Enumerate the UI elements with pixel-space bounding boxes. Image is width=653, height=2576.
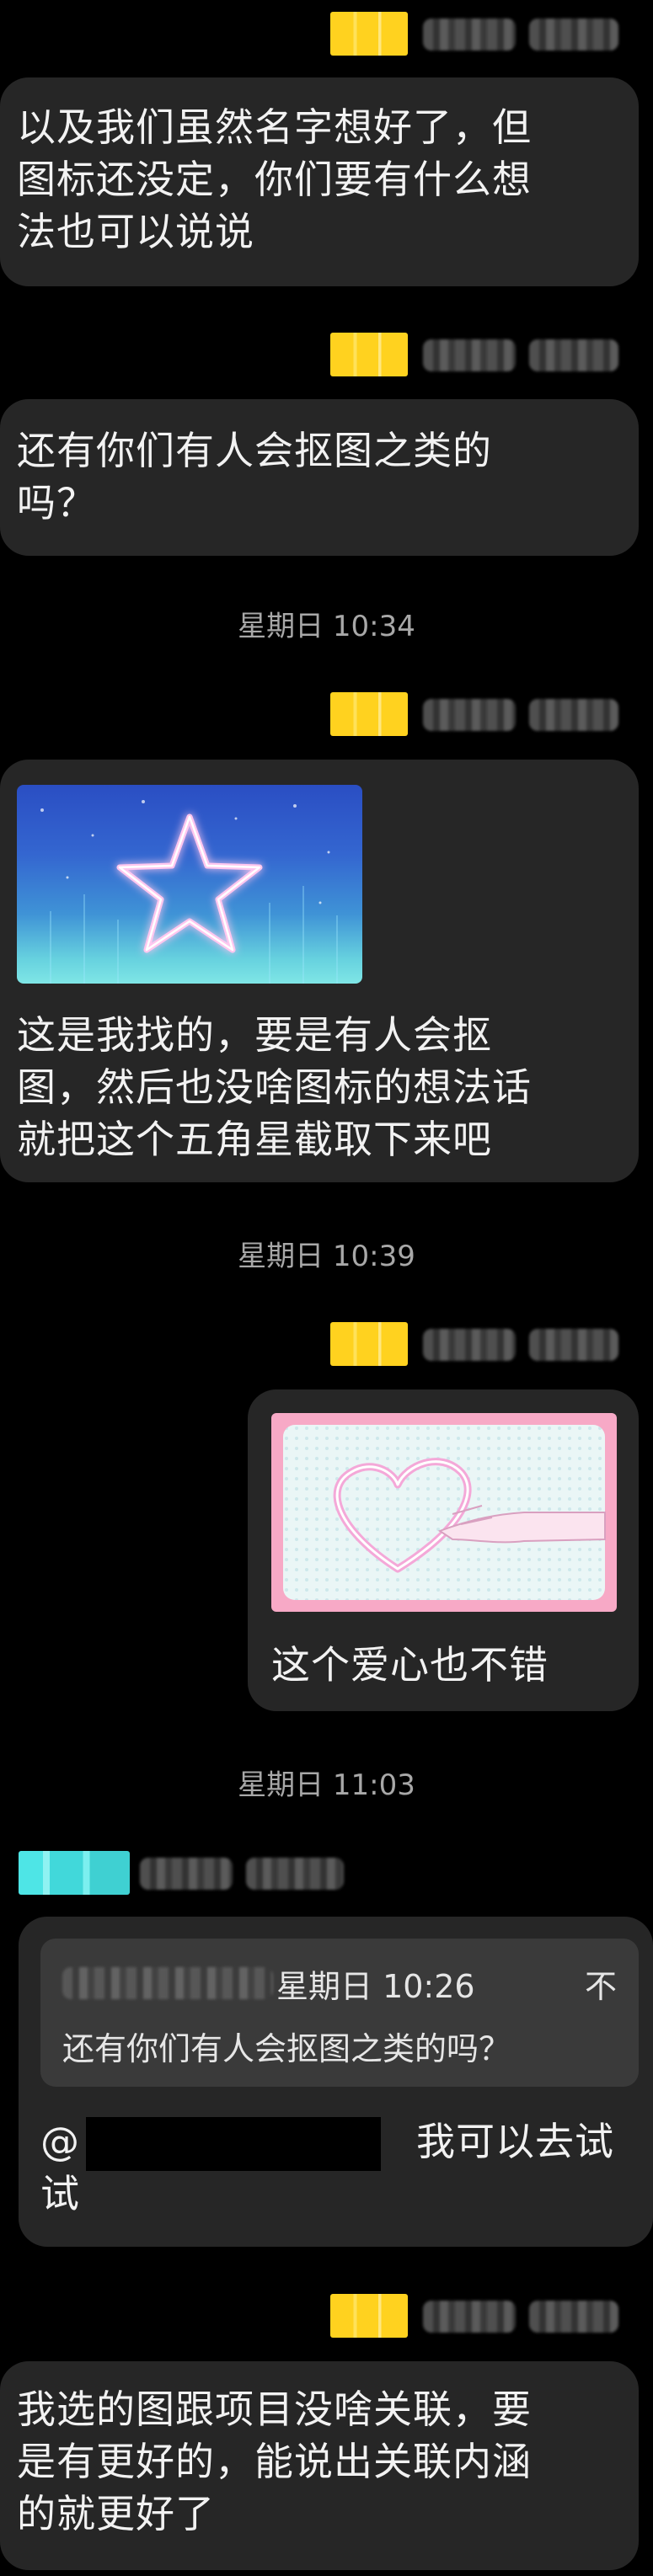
sender-name-blurred — [423, 699, 516, 731]
heart-hand-icon — [283, 1425, 606, 1600]
sender-title-blurred — [529, 2301, 618, 2333]
heart-image[interactable] — [271, 1413, 617, 1612]
sender-badge[interactable] — [330, 2294, 408, 2338]
sender-title-blurred — [529, 19, 618, 51]
message-text: 这是我找的，要是有人会抠 图，然后也没啥图标的想法话 就把这个五角星截取下来吧 — [17, 1012, 532, 1162]
sender-name-blurred — [423, 2301, 516, 2333]
message-bubble[interactable]: 还有你们有人会抠图之类的 吗？ — [0, 399, 639, 556]
message-text: 这个爱心也不错 — [271, 1642, 549, 1688]
quoted-message[interactable]: 星期日 10:26 不 还有你们有人会抠图之类的吗？ — [40, 1939, 639, 2087]
sender-badge[interactable] — [19, 1851, 130, 1895]
sender-title-blurred — [246, 1858, 344, 1890]
sender-badge[interactable] — [330, 692, 408, 736]
message-text: 以及我们虽然名字想好了，但 图标还没定，你们要有什么想 法也可以说说 — [17, 104, 532, 254]
quoted-text: 还有你们有人会抠图之类的吗？ — [62, 2030, 511, 2067]
message-bubble[interactable]: 这是我找的，要是有人会抠 图，然后也没啥图标的想法话 就把这个五角星截取下来吧 — [0, 760, 639, 1182]
sender-badge[interactable] — [330, 333, 408, 376]
neon-star-icon — [40, 800, 338, 984]
sender-title-blurred — [529, 339, 618, 371]
quoted-time: 星期日 10:26 — [276, 1968, 475, 2005]
star-image[interactable] — [17, 785, 362, 984]
sender-title-blurred — [529, 1329, 618, 1361]
quoted-sender-blurred — [62, 1967, 273, 1999]
sender-badge[interactable] — [330, 1322, 408, 1366]
sender-title-blurred — [529, 699, 618, 731]
timestamp: 星期日 10:34 — [238, 610, 415, 643]
message-bubble[interactable]: 这个爱心也不错 — [248, 1389, 639, 1711]
message-bubble[interactable]: 以及我们虽然名字想好了，但 图标还没定，你们要有什么想 法也可以说说 — [0, 77, 639, 286]
timestamp: 星期日 11:03 — [238, 1768, 415, 1802]
sender-name-blurred — [423, 1329, 516, 1361]
message-text: 我选的图跟项目没啥关联，要 是有更好的，能说出关联内涵 的就更好了 — [17, 2387, 532, 2536]
sender-name-blurred — [423, 339, 516, 371]
message-text: 我可以去试 试 — [40, 2119, 614, 2216]
message-bubble[interactable]: 星期日 10:26 不 还有你们有人会抠图之类的吗？ @ 我可以去试 试 — [19, 1917, 653, 2247]
timestamp: 星期日 10:39 — [238, 1240, 415, 1273]
sender-name-blurred — [423, 19, 516, 51]
quoted-flag: 不 — [585, 1968, 618, 2005]
message-bubble[interactable]: 我选的图跟项目没啥关联，要 是有更好的，能说出关联内涵 的就更好了 — [0, 2361, 639, 2570]
sender-name-blurred — [140, 1858, 233, 1890]
sender-badge[interactable] — [330, 12, 408, 56]
message-text: 还有你们有人会抠图之类的 吗？ — [17, 428, 492, 525]
